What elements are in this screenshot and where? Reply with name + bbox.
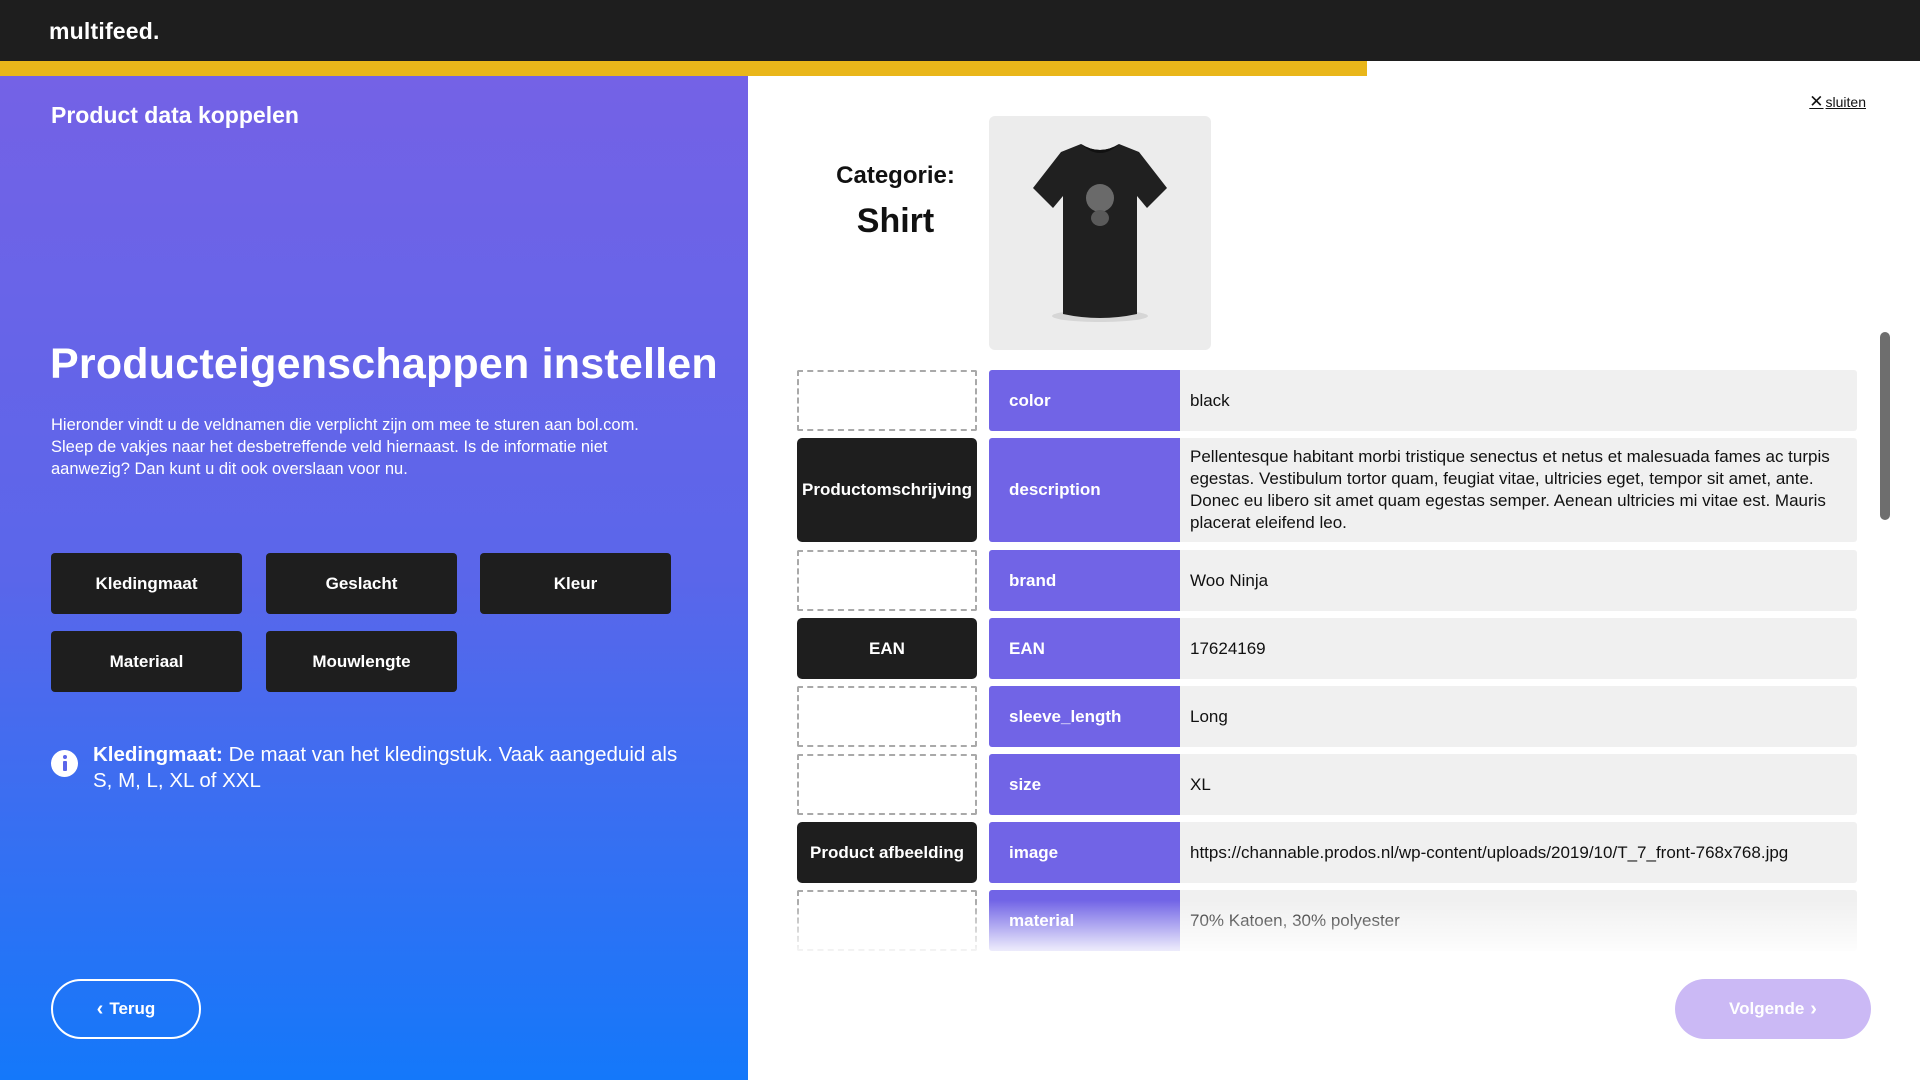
field-name: size (989, 754, 1180, 815)
next-label: Volgende (1729, 999, 1805, 1018)
drop-slot-filled[interactable]: Productomschrijving (797, 438, 977, 542)
back-button[interactable]: ‹ Terug (51, 979, 201, 1039)
close-button[interactable]: ✕ sluiten (1809, 92, 1866, 112)
top-bar: multifeed. (0, 0, 1920, 61)
intro-text: Hieronder vindt u de veldnamen die verpl… (51, 416, 639, 478)
info-icon (51, 750, 78, 777)
field-name: material (989, 890, 1180, 951)
field-value: 17624169 (1180, 618, 1857, 679)
progress-bar (0, 61, 1368, 76)
next-button[interactable]: Volgende › (1675, 979, 1871, 1039)
info-text: Kledingmaat: De maat van het kledingstuk… (93, 742, 691, 794)
field-value: Woo Ninja (1180, 550, 1857, 611)
left-panel: Product data koppelen Producteigenschapp… (0, 76, 748, 1080)
logo: multifeed. (49, 18, 160, 44)
back-label: Terug (109, 999, 156, 1018)
drop-slot[interactable] (797, 890, 977, 951)
drop-slot-filled[interactable]: EAN (797, 618, 977, 679)
info-box: Kledingmaat: De maat van het kledingstuk… (51, 742, 691, 794)
field-name: EAN (989, 618, 1180, 679)
field-name: brand (989, 550, 1180, 611)
info-label: Kledingmaat: (93, 743, 223, 766)
page-title: Producteigenschappen instellen (50, 340, 718, 388)
right-panel: ✕ sluiten Categorie: Shirt color black P… (748, 76, 1920, 1080)
drop-slot-filled[interactable]: Product afbeelding (797, 822, 977, 883)
field-name: sleeve_length (989, 686, 1180, 747)
field-value: Long (1180, 686, 1857, 747)
category-value: Shirt (856, 202, 935, 240)
product-image (989, 116, 1211, 350)
chip-materiaal[interactable]: Materiaal (51, 631, 242, 692)
drop-slot[interactable] (797, 686, 977, 747)
chevron-left-icon: ‹ (96, 997, 104, 1020)
drop-slot[interactable] (797, 370, 977, 431)
mapping-table: color black Productomschrijving descript… (797, 370, 1857, 966)
close-label: sluiten (1825, 94, 1866, 110)
field-name: description (989, 438, 1180, 542)
scrollbar[interactable] (1880, 332, 1890, 520)
chevron-right-icon: › (1810, 997, 1817, 1020)
field-value: Pellentesque habitant morbi tristique se… (1180, 438, 1857, 542)
field-name: color (989, 370, 1180, 431)
field-value: black (1180, 370, 1857, 431)
field-value: 70% Katoen, 30% polyester (1180, 890, 1857, 951)
category-label: Categorie: (836, 162, 955, 189)
tshirt-image (1033, 144, 1167, 322)
field-value: https://channable.prodos.nl/wp-content/u… (1180, 822, 1857, 883)
chip-kleur[interactable]: Kleur (480, 553, 671, 614)
chip-mouwlengte[interactable]: Mouwlengte (266, 631, 457, 692)
chip-kledingmaat[interactable]: Kledingmaat (51, 553, 242, 614)
close-icon: ✕ (1809, 92, 1824, 111)
chip-geslacht[interactable]: Geslacht (266, 553, 457, 614)
drop-slot[interactable] (797, 754, 977, 815)
field-value: XL (1180, 754, 1857, 815)
field-name: image (989, 822, 1180, 883)
step-title: Product data koppelen (51, 102, 299, 128)
drop-slot[interactable] (797, 550, 977, 611)
